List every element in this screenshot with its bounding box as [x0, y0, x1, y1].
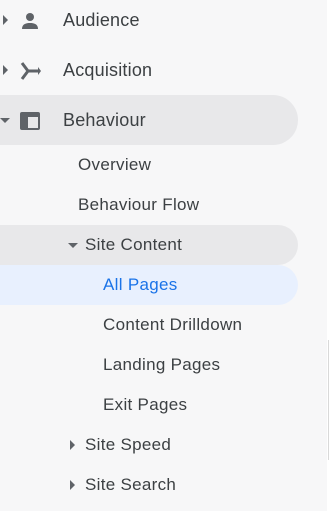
nav-item-label: Behaviour — [63, 109, 146, 130]
expand-caret-icon[interactable] — [3, 65, 8, 75]
nav-subitem-label: Site Search — [85, 475, 177, 494]
fork-icon — [18, 59, 42, 83]
nav-subitem-label: Behaviour Flow — [78, 195, 200, 214]
collapse-caret-icon[interactable] — [68, 243, 78, 248]
nav-subitem-behaviour-flow[interactable]: Behaviour Flow — [0, 185, 298, 225]
nav-subitem-label: Exit Pages — [103, 395, 188, 414]
nav-subitem-label: All Pages — [103, 275, 178, 294]
window-icon — [18, 109, 42, 133]
nav-item-label: Acquisition — [63, 59, 153, 80]
nav-subitem-site-content[interactable]: Site Content — [0, 225, 298, 265]
nav-subitem-content-drilldown[interactable]: Content Drilldown — [0, 305, 298, 345]
nav-item-label: Audience — [63, 9, 140, 30]
nav-subitem-overview[interactable]: Overview — [0, 145, 298, 185]
person-icon — [18, 9, 42, 33]
nav-subitem-label: Landing Pages — [103, 355, 221, 374]
nav-subitem-label: Content Drilldown — [103, 315, 243, 334]
nav-subitem-label: Site Content — [85, 235, 183, 254]
nav-subitem-exit-pages[interactable]: Exit Pages — [0, 385, 298, 425]
nav-subitem-label: Overview — [78, 155, 152, 174]
nav-item-audience[interactable]: Audience — [0, 0, 298, 45]
nav-subitem-site-search[interactable]: Site Search — [0, 465, 298, 505]
collapse-caret-icon[interactable] — [0, 118, 10, 123]
sidebar-nav: Audience Acquisition Behaviour Overview — [0, 0, 330, 511]
nav-item-behaviour[interactable]: Behaviour — [0, 95, 298, 145]
nav-subitem-all-pages[interactable]: All Pages — [0, 265, 298, 305]
expand-caret-icon[interactable] — [70, 480, 75, 490]
nav-item-acquisition[interactable]: Acquisition — [0, 45, 298, 95]
nav-subitem-site-speed[interactable]: Site Speed — [0, 425, 298, 465]
expand-caret-icon[interactable] — [3, 15, 8, 25]
nav-subitem-label: Site Speed — [85, 435, 172, 454]
nav-subitem-landing-pages[interactable]: Landing Pages — [0, 345, 298, 385]
expand-caret-icon[interactable] — [70, 440, 75, 450]
